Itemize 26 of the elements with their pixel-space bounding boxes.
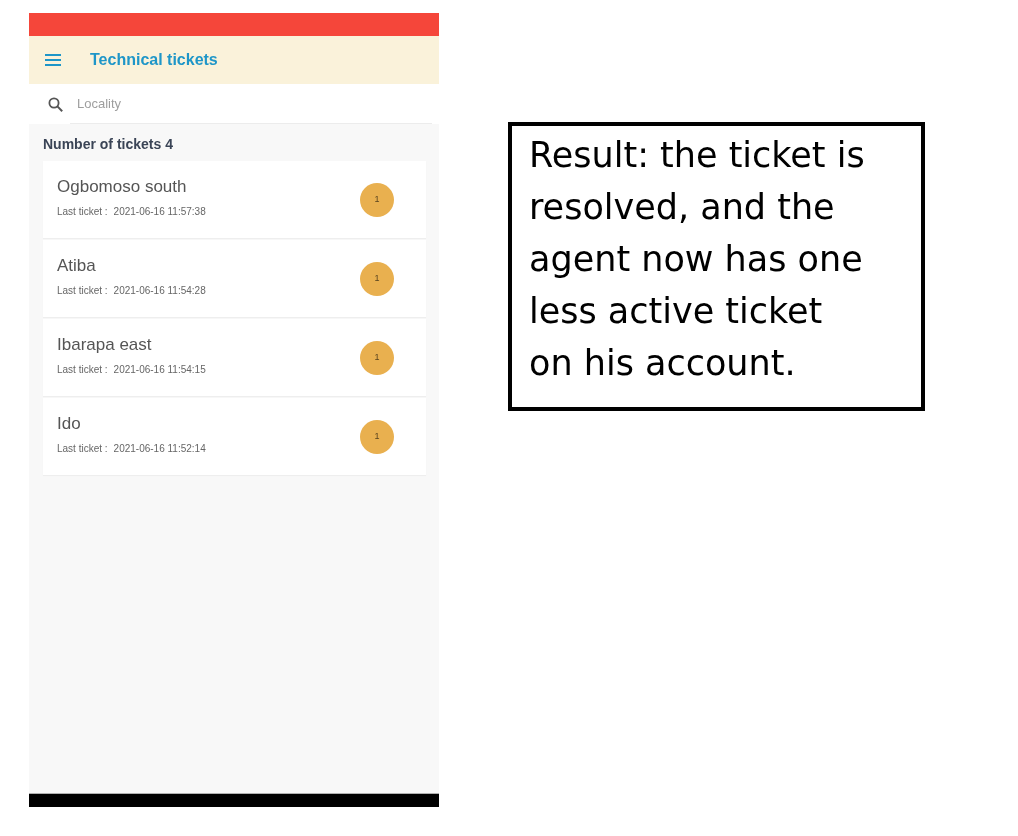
ticket-count-badge: 1	[360, 340, 394, 375]
ticket-count-summary: Number of tickets 4	[43, 135, 174, 153]
last-ticket-label: Last ticket :	[57, 204, 108, 218]
search-field[interactable]: Locality	[29, 84, 439, 124]
last-ticket-time: 2021-06-16 11:57:38	[113, 204, 206, 218]
locality-list-item[interactable]: Ibarapa east Last ticket : 2021-06-16 11:54:15 1	[43, 319, 426, 396]
ticket-count-badge: 1	[360, 182, 394, 217]
locality-name: Ibarapa east	[57, 333, 152, 356]
last-ticket-label: Last ticket :	[57, 441, 108, 455]
menu-icon[interactable]	[45, 54, 61, 66]
last-ticket-time: 2021-06-16 11:54:28	[113, 283, 206, 297]
last-ticket-time: 2021-06-16 11:54:15	[113, 362, 206, 376]
locality-list-item[interactable]: Ogbomoso south Last ticket : 2021-06-16 11:57:38 1	[43, 161, 426, 238]
ticket-count-badge: 1	[360, 261, 394, 296]
locality-list-item[interactable]: Atiba Last ticket : 2021-06-16 11:54:28 1	[43, 240, 426, 317]
last-ticket-label: Last ticket :	[57, 283, 108, 297]
locality-name: Ogbomoso south	[57, 175, 187, 198]
note-text: Result: the ticket is resolved, and the agent now has one less active ticket on his account.	[529, 134, 866, 385]
search-icon	[48, 96, 63, 112]
app-title: Technical tickets	[90, 50, 218, 70]
last-ticket-label: Last ticket :	[57, 362, 108, 376]
locality-name: Ido	[57, 412, 81, 435]
ticket-count-badge: 1	[360, 419, 394, 454]
last-ticket-time: 2021-06-16 11:52:14	[113, 441, 206, 455]
locality-list-item[interactable]: Ido Last ticket : 2021-06-16 11:52:14 1	[43, 398, 426, 475]
locality-name: Atiba	[57, 254, 96, 277]
